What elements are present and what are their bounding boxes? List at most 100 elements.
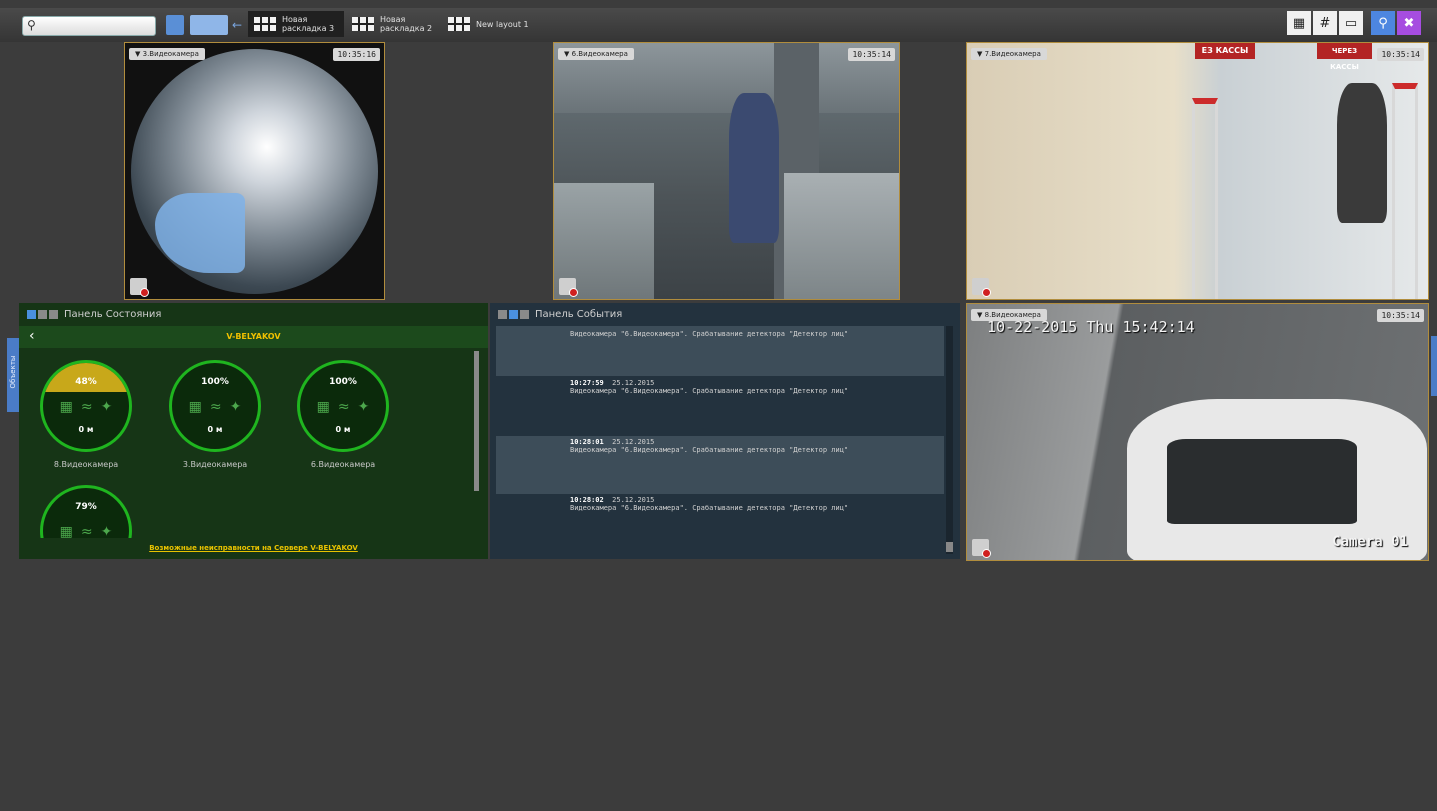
camera-name: 6.Видеокамера	[571, 50, 628, 58]
record-icon[interactable]	[559, 278, 578, 297]
camera-name-label[interactable]: ▼ 8.Видеокамера	[971, 309, 1047, 321]
event-item[interactable]: 10:27:59 25.12.2015 Видеокамера "6.Видео…	[496, 379, 944, 395]
side-tab-label: Объекты	[9, 355, 17, 389]
event-time: 10:28:02	[570, 496, 604, 504]
single-view-icon[interactable]: ▭	[1339, 11, 1363, 35]
panel-grid-icon[interactable]	[27, 309, 36, 319]
store-sign: ЕЗ КАССЫ	[1195, 43, 1255, 59]
server-name: V-BELYAKOV	[226, 332, 281, 341]
layout-grid-icon	[254, 17, 276, 31]
events-scrollbar[interactable]	[946, 326, 953, 554]
gauge-caption: 6.Видеокамера	[310, 460, 376, 469]
camera-name: 7.Видеокамера	[984, 50, 1041, 58]
motion-icon: ≈	[80, 523, 93, 538]
panel-grid-icon[interactable]	[498, 309, 507, 319]
person-running-icon: ✦	[357, 398, 370, 415]
tab-layout-2[interactable]: Новая раскладка 2	[346, 11, 442, 37]
event-item[interactable]: 10:28:02 25.12.2015 Видеокамера "6.Видео…	[496, 496, 944, 512]
event-date: 25.12.2015	[612, 379, 655, 387]
event-text: Видеокамера "6.Видеокамера". Срабатывани…	[570, 446, 849, 454]
event-text: Видеокамера "6.Видеокамера". Срабатывани…	[570, 330, 849, 338]
tab-layout-1[interactable]: New layout 1	[442, 11, 535, 37]
event-time: 10:28:01	[570, 438, 604, 446]
car-windshield	[1167, 439, 1357, 524]
panel-list-icon[interactable]	[509, 309, 518, 319]
gauge-percent: 48%	[43, 363, 129, 393]
event-item[interactable]: Видеокамера "6.Видеокамера". Срабатывани…	[496, 330, 944, 338]
record-icon[interactable]	[972, 539, 991, 558]
gauge-caption: 8.Видеокамера	[53, 460, 119, 469]
server-bar: ‹ V-BELYAKOV	[19, 326, 488, 348]
layout-editor-button[interactable]	[190, 15, 228, 35]
top-toolbar: ⚲ ← Новая раскладка 3 Новая раскладка 2 …	[0, 8, 1437, 42]
archive-icon: ▦	[59, 523, 73, 538]
archive-icon: ▦	[316, 398, 330, 415]
grid-view-icon[interactable]: ▦	[1287, 11, 1311, 35]
camera-name-label[interactable]: ▼ 7.Видеокамера	[971, 48, 1047, 60]
right-side-tab[interactable]	[1431, 336, 1437, 396]
layouts-menu-button[interactable]	[166, 15, 184, 35]
panel-detail-icon[interactable]	[520, 309, 529, 319]
event-text: Видеокамера "6.Видеокамера". Срабатывани…	[570, 504, 849, 512]
gauge-caption: 3.Видеокамера	[182, 460, 248, 469]
event-text: Видеокамера "6.Видеокамера". Срабатывани…	[570, 387, 849, 395]
events-scrollbar-thumb[interactable]	[946, 542, 953, 552]
motion-icon: ≈	[337, 398, 350, 415]
search-icon: ⚲	[27, 18, 36, 32]
person-running-icon: ✦	[229, 398, 242, 415]
gauge-clip: 79% ▦ ≈ ✦	[19, 483, 479, 538]
panel-detail-icon[interactable]	[49, 309, 58, 319]
motion-icon: ≈	[80, 398, 93, 415]
camera-tile-7[interactable]: ЕЗ КАССЫ ЧЕРЕЗ КАССЫ ▼ 7.Видеокамера 10:…	[966, 42, 1429, 300]
gauge-percent: 79%	[75, 502, 97, 512]
status-panel: Панель Состояния ‹ V-BELYAKOV 48% ▦ ≈ ✦ 0 …	[19, 303, 488, 559]
video-overlay-label: Camera 01	[1332, 534, 1408, 550]
record-icon[interactable]	[130, 278, 149, 297]
camera-tile-6[interactable]: ▼ 6.Видеокамера 10:35:14	[553, 42, 900, 300]
event-date: 25.12.2015	[612, 496, 655, 504]
event-time: 10:27:59	[570, 379, 604, 387]
camera-status-gauge[interactable]: 100% ▦ ≈ ✦ 0 м	[297, 360, 389, 452]
record-icon[interactable]	[972, 278, 991, 297]
camera-time: 10:35:14	[1377, 48, 1424, 61]
person-running-icon: ✦	[100, 523, 113, 538]
arrow-left-icon[interactable]: ←	[232, 15, 246, 35]
layout-grid-icon	[352, 17, 374, 31]
status-scrollbar[interactable]	[474, 351, 479, 491]
events-panel: Панель События Видеокамера "6.Видеокамер…	[490, 303, 960, 559]
event-item[interactable]: 10:28:01 25.12.2015 Видеокамера "6.Видео…	[496, 438, 944, 454]
camera-status-gauge[interactable]: 48% ▦ ≈ ✦ 0 м	[40, 360, 132, 452]
events-panel-header: Панель События	[490, 303, 960, 325]
camera-status-gauge[interactable]: 79% ▦ ≈ ✦	[40, 485, 132, 538]
tab-label: Новая раскладка 3	[282, 15, 335, 33]
fisheye-window	[155, 193, 245, 273]
security-gate-right	[1392, 83, 1418, 299]
camera-name-label[interactable]: ▼ 6.Видеокамера	[558, 48, 634, 60]
camera-name: 3.Видеокамера	[142, 50, 199, 58]
gauge-percent: 100%	[201, 377, 229, 387]
event-date: 25.12.2015	[612, 438, 655, 446]
camera-time: 10:35:16	[333, 48, 380, 61]
panel-list-icon[interactable]	[38, 309, 47, 319]
objects-side-tab[interactable]: Объекты	[7, 338, 19, 412]
status-panel-header: Панель Состояния	[19, 303, 488, 325]
search-input[interactable]: ⚲	[22, 16, 156, 36]
tab-layout-3[interactable]: Новая раскладка 3	[248, 11, 344, 37]
camera-status-gauge[interactable]: 100% ▦ ≈ ✦ 0 м	[169, 360, 261, 452]
server-faults-link[interactable]: Возможные неисправности на Сервере V-BEL…	[19, 544, 488, 552]
gauge-percent: 100%	[329, 377, 357, 387]
camera-time: 10:35:14	[848, 48, 895, 61]
gauge-value: 0 м	[207, 425, 223, 435]
turnstile-right	[784, 173, 899, 299]
tools-icon[interactable]: ✖	[1397, 11, 1421, 35]
camera-tile-3[interactable]: ▼ 3.Видеокамера 10:35:16	[124, 42, 385, 300]
gauge-value: 0 м	[78, 425, 94, 435]
tab-label: New layout 1	[476, 19, 529, 29]
layout-grid-icon	[448, 17, 470, 31]
search-icon[interactable]: ⚲	[1371, 11, 1395, 35]
camera-tile-8[interactable]: 10-22-2015 Thu 15:42:14 Camera 01 ▼ 8.Ви…	[966, 303, 1429, 561]
events-panel-title: Панель События	[535, 308, 623, 320]
status-panel-title: Панель Состояния	[64, 308, 162, 320]
hash-grid-icon[interactable]: #	[1313, 11, 1337, 35]
camera-name-label[interactable]: ▼ 3.Видеокамера	[129, 48, 205, 60]
